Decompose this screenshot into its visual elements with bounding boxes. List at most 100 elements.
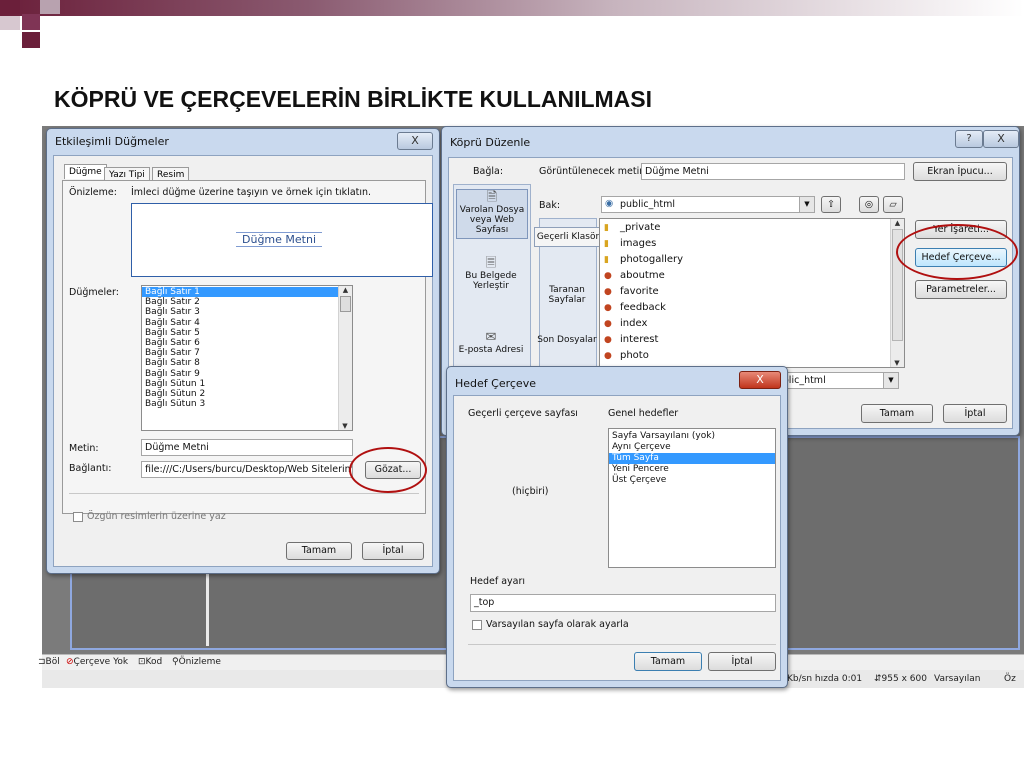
status-default: Varsayılan xyxy=(934,674,981,684)
parameters-button[interactable]: Parametreler... xyxy=(915,280,1007,299)
scroll-up-icon[interactable]: ▲ xyxy=(339,286,352,294)
tab-recent-files[interactable]: Son Dosyalar xyxy=(534,335,600,345)
tab-no-frames[interactable]: ⊘Çerçeve Yok xyxy=(66,657,128,667)
chevron-down-icon[interactable]: ▼ xyxy=(883,373,898,388)
display-text-input[interactable]: Düğme Metni xyxy=(641,163,905,180)
target-list-item[interactable]: Üst Çerçeve xyxy=(609,475,775,486)
overwrite-images-checkbox[interactable] xyxy=(73,512,83,522)
common-targets-list[interactable]: Sayfa Varsayılanı (yok) Aynı Çerçeve Tüm S… xyxy=(608,428,776,568)
ok-button[interactable]: Tamam xyxy=(286,542,352,560)
close-button[interactable]: X xyxy=(739,371,781,389)
ok-button[interactable]: Tamam xyxy=(861,404,933,423)
link-label: Bağlantı: xyxy=(69,463,112,474)
scroll-down-icon[interactable]: ▼ xyxy=(339,422,351,430)
target-frame-dialog: Hedef Çerçeve X Geçerli çerçeve sayfası … xyxy=(446,366,788,688)
target-list-item[interactable]: Yeni Pencere xyxy=(609,464,775,475)
status-speed: Kb/sn hızda 0:01 xyxy=(787,674,863,684)
file-list-item[interactable]: ▮ _private xyxy=(600,220,683,236)
chevron-down-icon[interactable]: ▼ xyxy=(799,197,814,212)
buttons-list-scrollbar[interactable]: ▲ ▼ xyxy=(338,286,352,430)
list-item[interactable]: Bağlı Sütun 2 xyxy=(142,389,338,399)
link-url-input[interactable]: file:///C:/Users/burcu/Desktop/Web Sitel… xyxy=(141,461,353,478)
scroll-up-icon[interactable]: ▲ xyxy=(891,219,904,227)
list-item[interactable]: Bağlı Satır 1 xyxy=(142,287,338,298)
folder-icon: ▮ xyxy=(604,239,609,249)
display-text-label: Görüntülenecek metin: xyxy=(539,166,649,177)
cancel-button[interactable]: İptal xyxy=(708,652,776,671)
file-name: favorite xyxy=(620,286,659,297)
file-list-item[interactable]: ● interest xyxy=(600,332,683,348)
file-list-item[interactable]: ● index xyxy=(600,316,683,332)
list-item[interactable]: Bağlı Satır 9 xyxy=(142,369,338,379)
ok-button[interactable]: Tamam xyxy=(634,652,702,671)
list-item[interactable]: Bağlı Sütun 1 xyxy=(142,379,338,389)
dialog-body: Geçerli çerçeve sayfası (hiçbiri) Genel … xyxy=(453,395,781,681)
target-setting-input[interactable]: _top xyxy=(470,594,776,612)
divider xyxy=(69,493,419,494)
address-input[interactable]: olic_html ▼ xyxy=(779,372,899,389)
up-folder-button[interactable]: ⇧ xyxy=(821,196,841,213)
decor-square xyxy=(40,0,60,14)
list-item[interactable]: Bağlı Sütun 3 xyxy=(142,399,338,409)
file-list-item[interactable]: ● aboutme xyxy=(600,268,683,284)
open-folder-icon: ▱ xyxy=(889,199,897,210)
current-frames-none: (hiçbiri) xyxy=(512,486,549,497)
web-page-icon: ● xyxy=(604,303,612,313)
file-list-item[interactable]: ▮ photogallery xyxy=(600,252,683,268)
current-frames-label: Geçerli çerçeve sayfası xyxy=(468,408,578,419)
list-item[interactable]: Bağlı Satır 8 xyxy=(142,358,338,368)
file-list-item[interactable]: ● photo xyxy=(600,348,683,364)
web-page-icon: ● xyxy=(604,271,612,281)
buttons-label: Düğmeler: xyxy=(69,287,119,298)
preview-area[interactable]: Düğme Metni xyxy=(131,203,433,277)
highlight-circle xyxy=(349,447,427,493)
list-item[interactable]: Bağlı Satır 5 xyxy=(142,328,338,338)
list-item[interactable]: Bağlı Satır 4 xyxy=(142,318,338,328)
tab-split[interactable]: ⊐Böl xyxy=(38,657,60,667)
file-list-item[interactable]: ● feedback xyxy=(600,300,683,316)
list-item[interactable]: Bağlı Satır 6 xyxy=(142,338,338,348)
scroll-down-icon[interactable]: ▼ xyxy=(891,359,903,367)
screentip-button[interactable]: Ekran İpucu... xyxy=(913,162,1007,181)
target-list-item[interactable]: Aynı Çerçeve xyxy=(609,442,775,453)
close-button[interactable]: X xyxy=(397,132,433,150)
link-this-document[interactable]: 🗏 Bu Belgede Yerleştir xyxy=(456,257,526,291)
set-default-checkbox[interactable] xyxy=(472,620,482,630)
file-name: aboutme xyxy=(620,270,665,281)
browse-file-button[interactable]: ▱ xyxy=(883,196,903,213)
button-text-input[interactable]: Düğme Metni xyxy=(141,439,353,456)
current-frames-area: (hiçbiri) xyxy=(464,424,600,564)
close-button[interactable]: X xyxy=(983,130,1019,148)
look-in-select[interactable]: ◉ public_html ▼ xyxy=(601,196,815,213)
file-list[interactable]: ▮ _private ▮ images ▮ photogallery ● aboutme ● fa… xyxy=(599,218,905,368)
target-list-item[interactable]: Tüm Sayfa xyxy=(609,453,775,464)
file-name: photo xyxy=(620,350,649,361)
tab-current-folder[interactable]: Geçerli Klasör xyxy=(534,227,602,247)
slide-title: KÖPRÜ VE ÇERÇEVELERİN BİRLİKTE KULLANILM… xyxy=(54,86,653,112)
file-list-item[interactable]: ▮ images xyxy=(600,236,683,252)
tab-browsed-pages[interactable]: Taranan Sayfalar xyxy=(534,285,600,305)
link-email-address[interactable]: ✉ E-posta Adresi xyxy=(456,331,526,355)
folder-tabs: Geçerli Klasör Taranan Sayfalar Son Dosy… xyxy=(534,218,602,370)
tab-button[interactable]: Düğme xyxy=(64,164,107,179)
no-frames-icon: ⊘ xyxy=(66,657,74,667)
tab-code[interactable]: ⊡Kod xyxy=(138,657,162,667)
file-list-item[interactable]: ● favorite xyxy=(600,284,683,300)
globe-search-icon: ◎ xyxy=(864,199,874,210)
buttons-list[interactable]: Bağlı Satır 1 Bağlı Satır 2 Bağlı Satır 3B… xyxy=(141,285,353,431)
status-extra: Öz xyxy=(1004,674,1016,684)
link-existing-file[interactable]: 🗎 Varolan Dosya veya Web Sayfası xyxy=(456,189,528,239)
scroll-thumb[interactable] xyxy=(340,296,351,312)
cancel-button[interactable]: İptal xyxy=(943,404,1007,423)
browse-web-button[interactable]: ◎ xyxy=(859,196,879,213)
list-item[interactable]: Bağlı Satır 3 xyxy=(142,307,338,317)
tab-preview[interactable]: ⚲Önizleme xyxy=(172,657,221,667)
preview-link-button[interactable]: Düğme Metni xyxy=(236,232,323,247)
target-list-item[interactable]: Sayfa Varsayılanı (yok) xyxy=(609,431,775,442)
decor-square xyxy=(0,0,20,14)
list-item[interactable]: Bağlı Satır 7 xyxy=(142,348,338,358)
file-name: _private xyxy=(620,222,661,233)
help-button[interactable]: ? xyxy=(955,130,983,148)
list-item[interactable]: Bağlı Satır 2 xyxy=(142,297,338,307)
cancel-button[interactable]: İptal xyxy=(362,542,424,560)
